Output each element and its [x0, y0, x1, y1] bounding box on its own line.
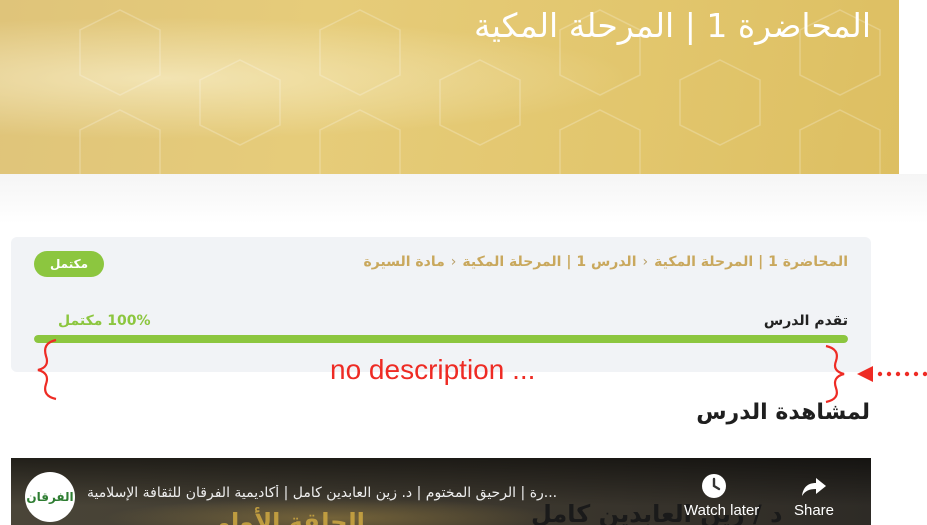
video-banner-title: الحلقة الأولى [206, 508, 365, 525]
breadcrumb-item-lecture[interactable]: المحاضرة 1 | المرحلة المكية [654, 254, 848, 270]
channel-logo-text: الفرقان [26, 490, 74, 504]
chevron-left-icon: ‹ [450, 254, 457, 270]
watch-later-button[interactable]: Watch later [684, 472, 760, 519]
breadcrumb-item-course[interactable]: مادة السيرة [364, 254, 445, 270]
video-player[interactable]: الحلقة الأولى د / زين العابدين كامل الفر… [11, 458, 871, 525]
clock-icon [702, 474, 726, 498]
page-title: المحاضرة 1 | المرحلة المكية [474, 6, 871, 45]
progress-bar [34, 335, 848, 343]
breadcrumb: المحاضرة 1 | المرحلة المكية ‹ الدرس 1 | ال… [364, 254, 848, 270]
video-title[interactable]: ...رة | الرحيق المختوم | د. زين العابدين… [87, 485, 657, 507]
lesson-hero-banner: المحاضرة 1 | المرحلة المكية [0, 0, 899, 174]
channel-logo[interactable]: الفرقان [25, 472, 75, 522]
progress-percent: 100% مكتمل [58, 313, 151, 329]
chevron-left-icon: ‹ [642, 254, 649, 270]
share-label: Share [793, 502, 835, 519]
breadcrumb-item-lesson[interactable]: الدرس 1 | المرحلة المكية [462, 254, 636, 270]
lesson-progress-card: المحاضرة 1 | المرحلة المكية ‹ الدرس 1 | ال… [11, 237, 871, 372]
progress-label: تقدم الدرس [763, 313, 848, 329]
share-button[interactable]: Share [784, 472, 844, 519]
section-title: لمشاهدة الدرس [696, 400, 870, 425]
share-arrow-icon [802, 478, 826, 496]
status-badge: مكتمل [34, 251, 104, 277]
annotation-text: no description ... [330, 354, 536, 385]
watch-later-label: Watch later [684, 502, 760, 519]
hero-fade [0, 174, 927, 224]
progress-bar-fill [34, 335, 848, 343]
